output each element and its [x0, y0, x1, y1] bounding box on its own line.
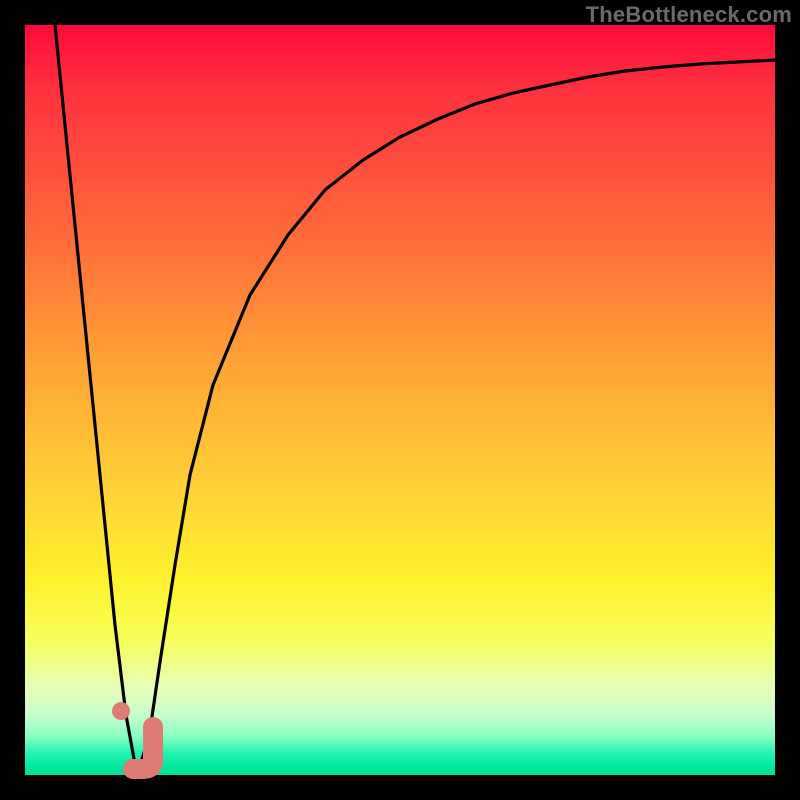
curve-markers — [25, 25, 775, 775]
marker-hook — [133, 727, 153, 769]
marker-dot — [112, 702, 130, 720]
chart-frame: TheBottleneck.com — [0, 0, 800, 800]
